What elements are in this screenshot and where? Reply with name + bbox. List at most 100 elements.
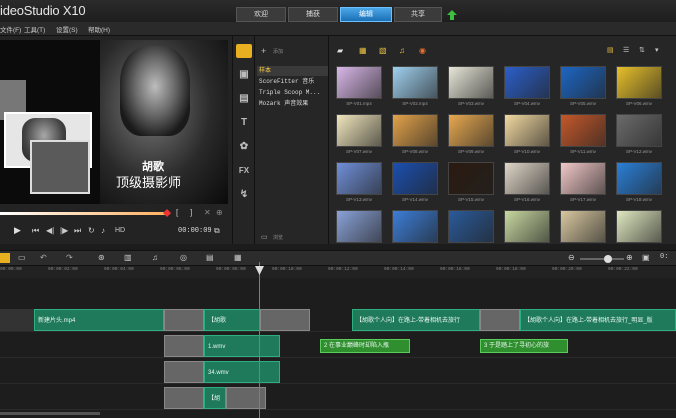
tab-share[interactable]: 共享 bbox=[394, 7, 442, 22]
timeline-scrollbar[interactable] bbox=[0, 412, 100, 415]
options-icon[interactable]: ▾ bbox=[655, 46, 659, 54]
audio-mixer-icon[interactable]: ▥ bbox=[124, 253, 132, 262]
thumbnail-view-icon[interactable]: ▤ bbox=[607, 46, 614, 54]
media-thumbnail[interactable]: SP-V12.wmv bbox=[613, 114, 665, 158]
redo-icon[interactable]: ↷ bbox=[66, 253, 73, 262]
list-view-icon[interactable]: ☰ bbox=[623, 46, 629, 54]
zoom-slider-handle[interactable] bbox=[604, 255, 612, 263]
menu-file[interactable]: 文件(F) bbox=[0, 24, 21, 34]
add-label[interactable]: 添加 bbox=[273, 48, 283, 55]
instant-project-icon[interactable]: ▣ bbox=[236, 68, 252, 82]
media-thumbnail[interactable]: SP-V08.wmv bbox=[389, 114, 441, 158]
transition-icon[interactable]: ▤ bbox=[236, 92, 252, 106]
zoom-slider[interactable] bbox=[580, 255, 624, 263]
tab-edit[interactable]: 编辑 bbox=[340, 7, 392, 22]
media-thumbnail[interactable] bbox=[557, 210, 609, 244]
play-icon[interactable]: ▶ bbox=[14, 225, 21, 236]
title-clip-3[interactable]: 3 于是踏上了寻初心的旅 bbox=[480, 339, 568, 353]
browse-label[interactable]: 浏览 bbox=[273, 234, 283, 241]
media-thumbnail[interactable] bbox=[613, 210, 665, 244]
library-item-mozark[interactable]: Mozark 声音效果 bbox=[257, 99, 329, 109]
overlay-clip-thumb-3[interactable] bbox=[164, 387, 204, 409]
timeline-timecode-icon[interactable]: 0: bbox=[660, 253, 668, 261]
scrubber-handle[interactable] bbox=[163, 209, 171, 217]
library-item-triple-scoop[interactable]: Triple Scoop M... bbox=[257, 88, 329, 98]
overlay-clip-thumb[interactable] bbox=[164, 335, 204, 357]
multi-camera-icon[interactable]: ▦ bbox=[234, 253, 242, 262]
undo-icon[interactable]: ↶ bbox=[40, 253, 47, 262]
motion-track-icon[interactable]: ◎ bbox=[180, 253, 187, 262]
media-thumbnail[interactable]: SP-V21.wmv bbox=[445, 210, 497, 244]
next-frame-icon[interactable]: |▶ bbox=[60, 226, 68, 235]
media-thumbnail[interactable]: SP-V20.wmv bbox=[389, 210, 441, 244]
media-thumbnail[interactable]: SP-V15.wmv bbox=[445, 162, 497, 206]
media-thumbnail[interactable]: SP-V06.wmv bbox=[613, 66, 665, 110]
media-thumbnail[interactable]: SP-V03.wmv bbox=[445, 66, 497, 110]
smart-filter-icon[interactable]: ◉ bbox=[419, 46, 426, 55]
library-item-sample[interactable]: 样本 bbox=[257, 66, 329, 76]
tab-capture[interactable]: 捕获 bbox=[288, 7, 338, 22]
menu-tools[interactable]: 工具(T) bbox=[24, 24, 45, 34]
media-thumbnail[interactable]: SP-V16.wmv bbox=[501, 162, 553, 206]
sort-icon[interactable]: ⇅ bbox=[639, 46, 645, 54]
media-thumbnail[interactable]: SP-V09.wmv bbox=[445, 114, 497, 158]
mark-out-icon[interactable]: ] bbox=[190, 208, 192, 217]
cut-icon[interactable]: ✕ bbox=[204, 208, 211, 217]
path-icon[interactable]: ↯ bbox=[236, 188, 252, 202]
media-icon[interactable] bbox=[236, 44, 252, 58]
fullscreen-icon[interactable]: ⧉ bbox=[214, 226, 220, 236]
overlay-clip-photo-3[interactable] bbox=[226, 387, 266, 409]
timeline-ruler[interactable]: 00:00:00:00 00:00:02:00 00:00:04:00 00:00:0… bbox=[0, 266, 676, 278]
playhead[interactable] bbox=[259, 262, 260, 418]
media-thumbnail[interactable]: SP-V19.wmv bbox=[333, 210, 385, 244]
video-clip-travel[interactable]: 【胡歌个人向】在路上-带着相机去旅行 bbox=[352, 309, 480, 331]
upload-arrow-icon[interactable] bbox=[446, 9, 458, 21]
record-icon[interactable]: ⊛ bbox=[98, 253, 105, 262]
folder-icon[interactable]: ▰ bbox=[337, 46, 343, 55]
overlay-clip-thumb-2[interactable] bbox=[164, 361, 204, 383]
video-filter-icon[interactable]: ▦ bbox=[359, 46, 367, 55]
add-icon[interactable]: + bbox=[261, 46, 266, 56]
zoom-in-icon[interactable]: ⊕ bbox=[626, 253, 633, 262]
title-icon[interactable]: T bbox=[236, 116, 252, 130]
media-thumbnail[interactable]: SP-V14.wmv bbox=[389, 162, 441, 206]
tab-welcome[interactable]: 欢迎 bbox=[236, 7, 286, 22]
subtitle-icon[interactable]: ▤ bbox=[206, 253, 214, 262]
overlay-clip-2[interactable]: 34.wmv bbox=[204, 361, 280, 383]
title-clip-2[interactable]: 2 在事业巅峰时却陷入瓶 bbox=[320, 339, 410, 353]
preview-screen[interactable]: 胡歌 顶级摄影师 bbox=[0, 40, 228, 204]
start-icon[interactable]: ⏮ bbox=[32, 226, 39, 236]
mark-in-icon[interactable]: [ bbox=[176, 208, 178, 217]
fit-project-icon[interactable]: ▣ bbox=[642, 253, 650, 262]
timeline-view-icon[interactable]: ▭ bbox=[18, 253, 26, 262]
graphics-icon[interactable]: ✿ bbox=[236, 140, 252, 154]
scrubber-track[interactable] bbox=[0, 212, 170, 215]
media-thumbnail[interactable]: SP-V02.mp4 bbox=[389, 66, 441, 110]
media-thumbnail[interactable]: SP-V01.mp4 bbox=[333, 66, 385, 110]
menu-help[interactable]: 帮助(H) bbox=[88, 24, 110, 34]
zoom-out-icon[interactable]: ⊖ bbox=[568, 253, 575, 262]
hd-label[interactable]: HD bbox=[115, 227, 125, 234]
media-thumbnail[interactable]: SP-V05.wmv bbox=[557, 66, 609, 110]
video-clip-photo-3[interactable] bbox=[480, 309, 520, 331]
prev-frame-icon[interactable]: ◀| bbox=[46, 226, 54, 235]
video-clip-travel-2[interactable]: 【胡歌个人向】在路上-带着相机去旅行_明显_版 bbox=[520, 309, 676, 331]
video-clip-photo[interactable] bbox=[164, 309, 204, 331]
media-thumbnail[interactable]: SP-V17.wmv bbox=[557, 162, 609, 206]
media-thumbnail[interactable] bbox=[501, 210, 553, 244]
browse-icon[interactable]: ▭ bbox=[261, 233, 268, 241]
volume-icon[interactable]: ♪ bbox=[101, 226, 105, 235]
media-thumbnail[interactable]: SP-V10.wmv bbox=[501, 114, 553, 158]
video-clip-huge[interactable]: 【胡歌 bbox=[204, 309, 260, 331]
media-thumbnail[interactable]: SP-V11.wmv bbox=[557, 114, 609, 158]
video-clip-intro[interactable]: 新建片头.mp4 bbox=[34, 309, 164, 331]
photo-filter-icon[interactable]: ▧ bbox=[379, 46, 387, 55]
auto-music-icon[interactable]: ♫ bbox=[152, 253, 158, 262]
overlay-clip-1[interactable]: 1.wmv bbox=[204, 335, 280, 357]
timecode[interactable]: 00:00:09 bbox=[178, 227, 212, 235]
fx-icon[interactable]: FX bbox=[236, 164, 252, 178]
library-item-scorefitter[interactable]: ScoreFitter 音乐 bbox=[257, 77, 329, 87]
audio-filter-icon[interactable]: ♫ bbox=[399, 46, 405, 55]
media-thumbnail[interactable]: SP-V07.wmv bbox=[333, 114, 385, 158]
menu-settings[interactable]: 设置(S) bbox=[56, 24, 78, 34]
